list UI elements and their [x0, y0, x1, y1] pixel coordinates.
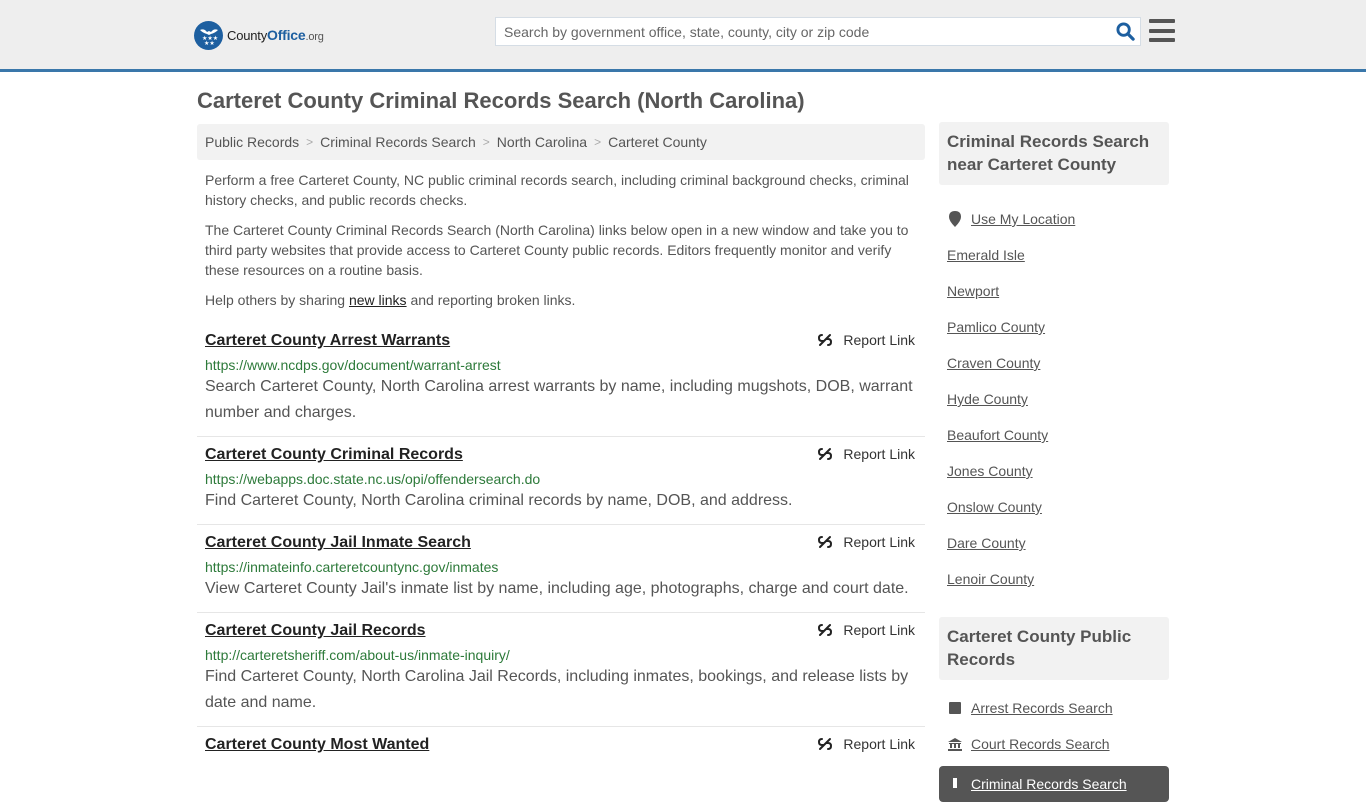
logo-link[interactable]: ★★★ ★★ CountyOffice.org — [194, 20, 324, 50]
nearby-link[interactable]: Jones County — [947, 463, 1033, 479]
nearby-link[interactable]: Onslow County — [947, 499, 1042, 515]
breadcrumb-separator-icon: > — [594, 135, 602, 149]
public-records-item: Court Records Search — [947, 726, 1161, 762]
breadcrumb: Public Records > Criminal Records Search… — [197, 124, 925, 160]
nearby-link[interactable]: Lenoir County — [947, 571, 1034, 587]
sidebar: Criminal Records Search near Carteret Co… — [939, 122, 1169, 802]
svg-text:★★: ★★ — [204, 40, 215, 46]
map-marker-icon — [947, 211, 963, 227]
nearby-list: Use My Location Emerald Isle Newport Pam… — [939, 185, 1169, 603]
report-link-button[interactable]: Report Link — [817, 446, 915, 462]
intro-paragraph-1: Perform a free Carteret County, NC publi… — [205, 172, 909, 208]
public-records-list: Arrest Records Search Court Records Sear… — [939, 680, 1169, 766]
sidebar-heading-public-records: Carteret County Public Records — [939, 617, 1169, 680]
result-title-link[interactable]: Carteret County Criminal Records — [205, 445, 463, 465]
broken-link-icon — [818, 334, 833, 346]
page-title: Carteret County Criminal Records Search … — [197, 88, 805, 113]
result-url: https://inmateinfo.carteretcountync.gov/… — [205, 559, 499, 575]
breadcrumb-separator-icon: > — [482, 135, 490, 149]
nearby-item: Craven County — [947, 345, 1161, 381]
result-item: Carteret County Criminal Records Report … — [197, 437, 925, 525]
report-link-button[interactable]: Report Link — [817, 332, 915, 348]
nearby-item: Newport — [947, 273, 1161, 309]
result-title-link[interactable]: Carteret County Jail Inmate Search — [205, 533, 471, 553]
nearby-item: Emerald Isle — [947, 237, 1161, 273]
nearby-item: Beaufort County — [947, 417, 1161, 453]
nearby-item: Onslow County — [947, 489, 1161, 525]
result-item: Carteret County Arrest Warrants Report L… — [197, 323, 925, 437]
nearby-link[interactable]: Newport — [947, 283, 999, 299]
breadcrumb-public-records[interactable]: Public Records — [205, 134, 299, 150]
arrest-records-search-link[interactable]: Arrest Records Search — [971, 700, 1113, 716]
nearby-link[interactable]: Hyde County — [947, 391, 1028, 407]
intro-text: Perform a free Carteret County, NC publi… — [205, 170, 920, 320]
broken-link-icon — [818, 448, 833, 460]
search-bar — [495, 17, 1141, 46]
breadcrumb-carteret-county[interactable]: Carteret County — [608, 134, 707, 150]
new-links-link[interactable]: new links — [349, 292, 407, 308]
result-item: Carteret County Most Wanted Report Link — [197, 727, 925, 765]
court-records-search-link[interactable]: Court Records Search — [971, 736, 1110, 752]
report-link-button[interactable]: Report Link — [817, 736, 915, 752]
use-my-location-link[interactable]: Use My Location — [971, 211, 1075, 227]
criminal-records-search-active[interactable]: Criminal Records Search — [939, 766, 1169, 802]
report-link-button[interactable]: Report Link — [817, 622, 915, 638]
logo-text: CountyOffice.org — [227, 27, 324, 43]
result-title-link[interactable]: Carteret County Jail Records — [205, 621, 426, 641]
courthouse-icon — [947, 737, 963, 751]
result-description: Find Carteret County, North Carolina cri… — [205, 492, 793, 509]
broken-link-icon — [818, 624, 833, 636]
broken-link-icon — [818, 536, 833, 548]
nearby-item: Pamlico County — [947, 309, 1161, 345]
square-icon — [947, 702, 963, 714]
eagle-logo-icon: ★★★ ★★ — [194, 20, 223, 50]
breadcrumb-criminal-records-search[interactable]: Criminal Records Search — [320, 134, 476, 150]
result-title-link[interactable]: Carteret County Most Wanted — [205, 735, 429, 755]
site-header: ★★★ ★★ CountyOffice.org — [0, 0, 1366, 72]
search-button[interactable] — [1110, 18, 1140, 45]
broken-link-icon — [818, 738, 833, 750]
result-item: Carteret County Jail Inmate Search Repor… — [197, 525, 925, 613]
nearby-item: Dare County — [947, 525, 1161, 561]
nearby-link[interactable]: Pamlico County — [947, 319, 1045, 335]
breadcrumb-north-carolina[interactable]: North Carolina — [497, 134, 587, 150]
result-description: View Carteret County Jail's inmate list … — [205, 580, 909, 597]
hamburger-menu-icon[interactable] — [1149, 19, 1175, 42]
result-url: https://www.ncdps.gov/document/warrant-a… — [205, 357, 501, 373]
result-url: http://carteretsheriff.com/about-us/inma… — [205, 647, 510, 663]
result-description: Find Carteret County, North Carolina Jai… — [205, 668, 909, 711]
use-my-location: Use My Location — [947, 201, 1161, 237]
public-records-item: Arrest Records Search — [947, 690, 1161, 726]
sidebar-heading-nearby: Criminal Records Search near Carteret Co… — [939, 122, 1169, 185]
nearby-link[interactable]: Craven County — [947, 355, 1040, 371]
report-link-button[interactable]: Report Link — [817, 534, 915, 550]
result-item: Carteret County Jail Records Report Link… — [197, 613, 925, 727]
breadcrumb-separator-icon: > — [306, 135, 314, 149]
results-list: Carteret County Arrest Warrants Report L… — [197, 323, 925, 765]
result-title-link[interactable]: Carteret County Arrest Warrants — [205, 331, 450, 351]
nearby-item: Jones County — [947, 453, 1161, 489]
intro-paragraph-3: Help others by sharing new links and rep… — [205, 292, 576, 308]
nearby-link[interactable]: Emerald Isle — [947, 247, 1025, 263]
exclamation-icon — [947, 776, 963, 792]
result-url: https://webapps.doc.state.nc.us/opi/offe… — [205, 471, 541, 487]
nearby-item: Hyde County — [947, 381, 1161, 417]
nearby-link[interactable]: Dare County — [947, 535, 1026, 551]
nearby-link[interactable]: Beaufort County — [947, 427, 1048, 443]
result-description: Search Carteret County, North Carolina a… — [205, 378, 913, 421]
search-icon — [1115, 22, 1135, 41]
nearby-item: Lenoir County — [947, 561, 1161, 597]
intro-paragraph-2: The Carteret County Criminal Records Sea… — [205, 222, 909, 278]
criminal-records-search-link[interactable]: Criminal Records Search — [971, 776, 1127, 792]
search-input[interactable] — [496, 18, 1110, 45]
